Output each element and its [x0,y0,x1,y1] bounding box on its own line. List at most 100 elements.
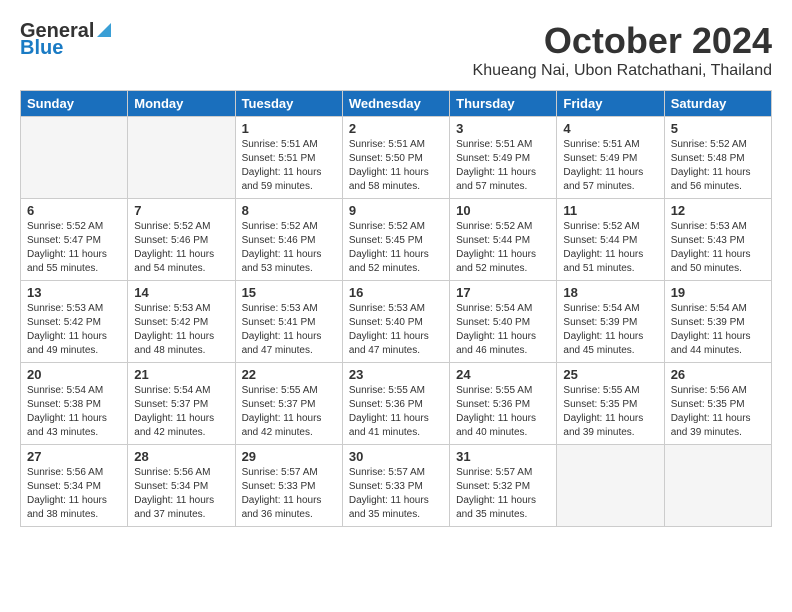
header-day-monday: Monday [128,91,235,117]
day-number: 14 [134,285,228,300]
cell-details: Sunrise: 5:53 AMSunset: 5:43 PMDaylight:… [671,220,765,276]
calendar-cell: 27 Sunrise: 5:56 AMSunset: 5:34 PMDayligh… [21,445,128,527]
day-number: 3 [456,121,550,136]
cell-details: Sunrise: 5:56 AMSunset: 5:34 PMDaylight:… [27,466,121,522]
cell-details: Sunrise: 5:54 AMSunset: 5:37 PMDaylight:… [134,384,228,440]
calendar-cell: 12 Sunrise: 5:53 AMSunset: 5:43 PMDayligh… [664,199,771,281]
calendar-week-4: 20 Sunrise: 5:54 AMSunset: 5:38 PMDayligh… [21,363,772,445]
day-number: 9 [349,203,443,218]
cell-details: Sunrise: 5:52 AMSunset: 5:45 PMDaylight:… [349,220,443,276]
calendar-cell: 9 Sunrise: 5:52 AMSunset: 5:45 PMDaylight… [342,199,449,281]
cell-details: Sunrise: 5:54 AMSunset: 5:39 PMDaylight:… [563,302,657,358]
header-day-thursday: Thursday [450,91,557,117]
cell-details: Sunrise: 5:52 AMSunset: 5:44 PMDaylight:… [563,220,657,276]
cell-details: Sunrise: 5:55 AMSunset: 5:35 PMDaylight:… [563,384,657,440]
day-number: 8 [242,203,336,218]
cell-details: Sunrise: 5:52 AMSunset: 5:46 PMDaylight:… [134,220,228,276]
day-number: 15 [242,285,336,300]
day-number: 11 [563,203,657,218]
calendar-table: SundayMondayTuesdayWednesdayThursdayFrid… [20,90,772,527]
cell-details: Sunrise: 5:54 AMSunset: 5:40 PMDaylight:… [456,302,550,358]
cell-details: Sunrise: 5:51 AMSunset: 5:49 PMDaylight:… [563,138,657,194]
header-day-friday: Friday [557,91,664,117]
cell-details: Sunrise: 5:55 AMSunset: 5:36 PMDaylight:… [456,384,550,440]
day-number: 30 [349,449,443,464]
calendar-cell: 1Sunrise: 5:51 AMSunset: 5:51 PMDaylight… [235,117,342,199]
cell-details: Sunrise: 5:56 AMSunset: 5:34 PMDaylight:… [134,466,228,522]
cell-details: Sunrise: 5:55 AMSunset: 5:37 PMDaylight:… [242,384,336,440]
page-header: General Blue October 2024 Khueang Nai, U… [20,20,772,80]
day-number: 24 [456,367,550,382]
day-number: 31 [456,449,550,464]
day-number: 26 [671,367,765,382]
day-number: 7 [134,203,228,218]
cell-details: Sunrise: 5:57 AMSunset: 5:33 PMDaylight:… [349,466,443,522]
logo: General Blue [20,20,113,60]
calendar-cell: 24 Sunrise: 5:55 AMSunset: 5:36 PMDayligh… [450,363,557,445]
cell-details: Sunrise: 5:56 AMSunset: 5:35 PMDaylight:… [671,384,765,440]
day-number: 13 [27,285,121,300]
cell-details: Sunrise: 5:54 AMSunset: 5:39 PMDaylight:… [671,302,765,358]
calendar-cell: 30 Sunrise: 5:57 AMSunset: 5:33 PMDayligh… [342,445,449,527]
calendar-cell: 7 Sunrise: 5:52 AMSunset: 5:46 PMDaylight… [128,199,235,281]
day-number: 10 [456,203,550,218]
day-number: 25 [563,367,657,382]
calendar-cell: 21 Sunrise: 5:54 AMSunset: 5:37 PMDayligh… [128,363,235,445]
cell-details: Sunrise: 5:54 AMSunset: 5:38 PMDaylight:… [27,384,121,440]
day-number: 4 [563,121,657,136]
day-number: 23 [349,367,443,382]
cell-details: Sunrise: 5:53 AMSunset: 5:42 PMDaylight:… [27,302,121,358]
calendar-header-row: SundayMondayTuesdayWednesdayThursdayFrid… [21,91,772,117]
calendar-week-2: 6Sunrise: 5:52 AMSunset: 5:47 PMDaylight… [21,199,772,281]
calendar-cell: 18 Sunrise: 5:54 AMSunset: 5:39 PMDayligh… [557,281,664,363]
logo-arrow-icon [95,21,113,39]
logo-blue-text: Blue [20,37,63,60]
header-day-wednesday: Wednesday [342,91,449,117]
cell-details: Sunrise: 5:52 AMSunset: 5:46 PMDaylight:… [242,220,336,276]
day-number: 29 [242,449,336,464]
calendar-cell: 29Sunrise: 5:57 AMSunset: 5:33 PMDayligh… [235,445,342,527]
calendar-cell: 22 Sunrise: 5:55 AMSunset: 5:37 PMDayligh… [235,363,342,445]
location-title: Khueang Nai, Ubon Ratchathani, Thailand [473,62,772,80]
calendar-cell: 19Sunrise: 5:54 AMSunset: 5:39 PMDayligh… [664,281,771,363]
cell-details: Sunrise: 5:52 AMSunset: 5:47 PMDaylight:… [27,220,121,276]
calendar-cell: 6Sunrise: 5:52 AMSunset: 5:47 PMDaylight… [21,199,128,281]
calendar-cell [664,445,771,527]
day-number: 20 [27,367,121,382]
calendar-cell: 13 Sunrise: 5:53 AMSunset: 5:42 PMDayligh… [21,281,128,363]
day-number: 12 [671,203,765,218]
cell-details: Sunrise: 5:52 AMSunset: 5:44 PMDaylight:… [456,220,550,276]
header-day-sunday: Sunday [21,91,128,117]
calendar-cell: 10 Sunrise: 5:52 AMSunset: 5:44 PMDayligh… [450,199,557,281]
calendar-cell: 23Sunrise: 5:55 AMSunset: 5:36 PMDayligh… [342,363,449,445]
day-number: 5 [671,121,765,136]
calendar-week-3: 13 Sunrise: 5:53 AMSunset: 5:42 PMDayligh… [21,281,772,363]
day-number: 17 [456,285,550,300]
calendar-cell: 15Sunrise: 5:53 AMSunset: 5:41 PMDayligh… [235,281,342,363]
title-section: October 2024 Khueang Nai, Ubon Ratchatha… [473,20,772,80]
header-day-saturday: Saturday [664,91,771,117]
calendar-cell: 5 Sunrise: 5:52 AMSunset: 5:48 PMDaylight… [664,117,771,199]
day-number: 21 [134,367,228,382]
calendar-week-5: 27 Sunrise: 5:56 AMSunset: 5:34 PMDayligh… [21,445,772,527]
calendar-cell: 16Sunrise: 5:53 AMSunset: 5:40 PMDayligh… [342,281,449,363]
cell-details: Sunrise: 5:51 AMSunset: 5:50 PMDaylight:… [349,138,443,194]
day-number: 18 [563,285,657,300]
month-title: October 2024 [473,20,772,62]
cell-details: Sunrise: 5:57 AMSunset: 5:32 PMDaylight:… [456,466,550,522]
calendar-cell: 26 Sunrise: 5:56 AMSunset: 5:35 PMDayligh… [664,363,771,445]
calendar-cell: 25 Sunrise: 5:55 AMSunset: 5:35 PMDayligh… [557,363,664,445]
cell-details: Sunrise: 5:52 AMSunset: 5:48 PMDaylight:… [671,138,765,194]
day-number: 27 [27,449,121,464]
calendar-week-1: 1Sunrise: 5:51 AMSunset: 5:51 PMDaylight… [21,117,772,199]
calendar-cell: 2Sunrise: 5:51 AMSunset: 5:50 PMDaylight… [342,117,449,199]
calendar-cell: 28 Sunrise: 5:56 AMSunset: 5:34 PMDayligh… [128,445,235,527]
day-number: 28 [134,449,228,464]
day-number: 22 [242,367,336,382]
cell-details: Sunrise: 5:51 AMSunset: 5:49 PMDaylight:… [456,138,550,194]
cell-details: Sunrise: 5:51 AMSunset: 5:51 PMDaylight:… [242,138,336,194]
header-day-tuesday: Tuesday [235,91,342,117]
day-number: 16 [349,285,443,300]
calendar-cell: 4 Sunrise: 5:51 AMSunset: 5:49 PMDaylight… [557,117,664,199]
cell-details: Sunrise: 5:53 AMSunset: 5:42 PMDaylight:… [134,302,228,358]
